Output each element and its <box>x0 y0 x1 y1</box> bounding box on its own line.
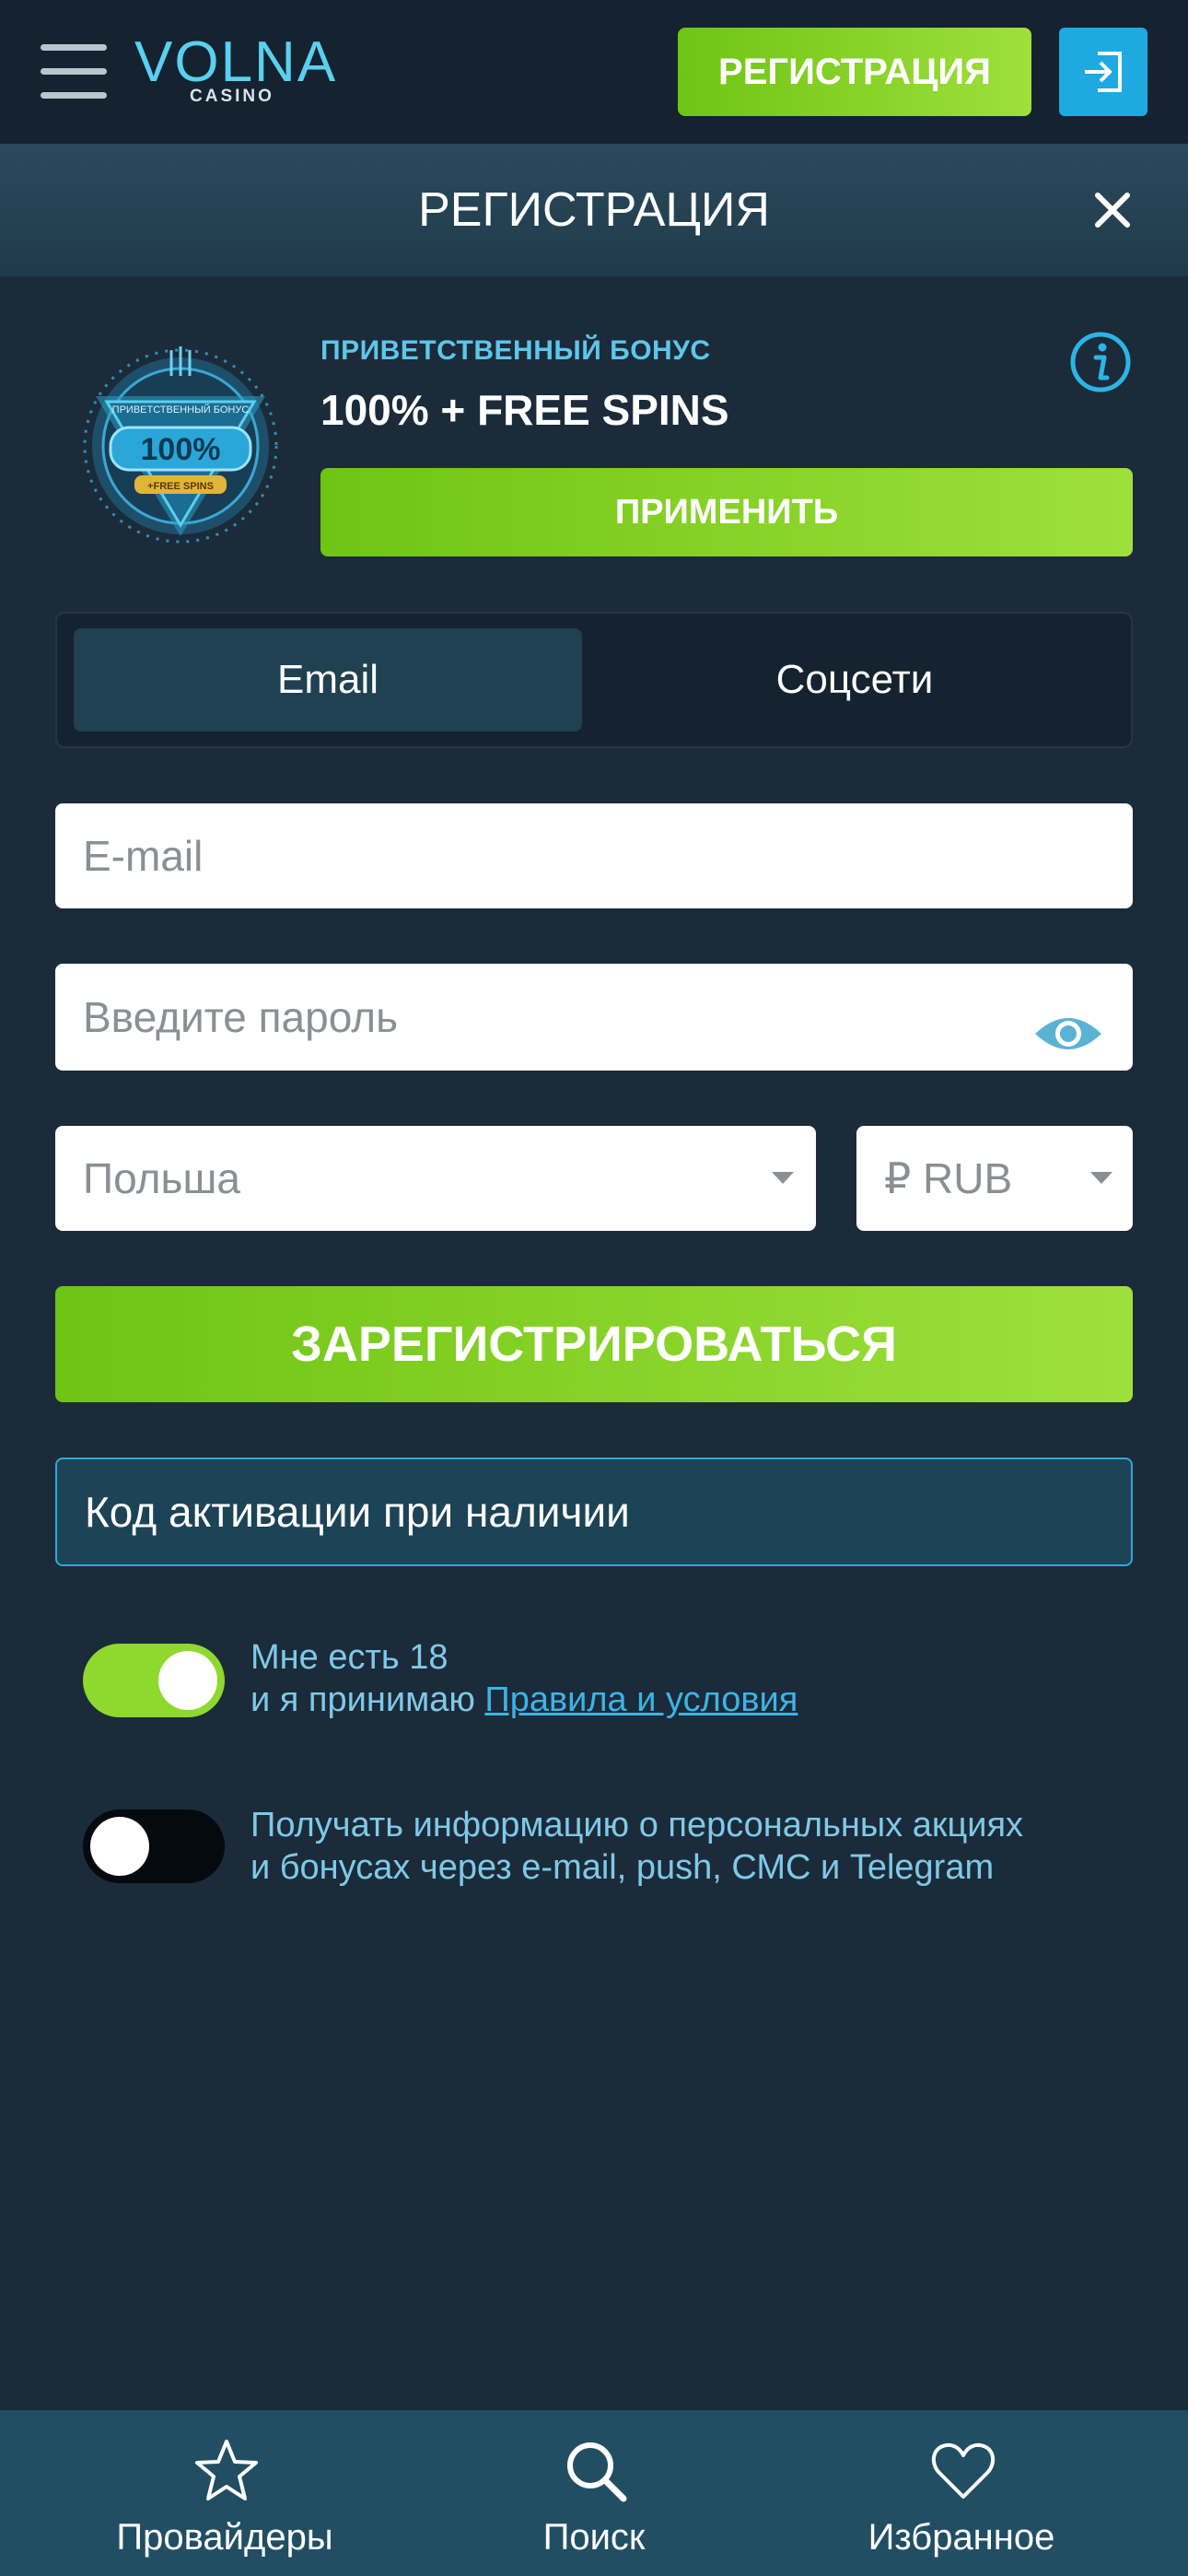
registration-page: VOLNA CASINO РЕГИСТРАЦИЯ РЕГИСТРАЦИЯ ПРИ… <box>0 0 1188 2576</box>
close-button[interactable] <box>1087 184 1138 236</box>
marketing-consent-line1: Получать информацию о персональных акция… <box>250 1806 1024 1844</box>
logo[interactable]: VOLNA CASINO <box>134 33 337 111</box>
eye-icon[interactable] <box>1031 991 1105 1049</box>
svg-text:ПРИВЕТСТВЕННЫЙ БОНУС: ПРИВЕТСТВЕННЫЙ БОНУС <box>112 404 250 416</box>
bonus-title: 100% + FREE SPINS <box>320 386 729 434</box>
email-placeholder: E-mail <box>83 832 204 880</box>
age-consent-line2: и я принимаю Правила и условия <box>250 1679 798 1721</box>
menu-icon[interactable] <box>41 44 111 100</box>
svg-text:100%: 100% <box>141 432 221 467</box>
bottom-navigation: Провайдеры Поиск Избранное <box>0 2410 1188 2576</box>
close-icon <box>1095 193 1130 228</box>
country-select[interactable]: Польша <box>55 1126 816 1231</box>
promo-code-field[interactable]: Код активации при наличии <box>55 1458 1133 1566</box>
country-value: Польша <box>83 1154 240 1202</box>
search-icon <box>567 2442 627 2502</box>
toggle-knob <box>90 1817 149 1876</box>
password-placeholder: Введите пароль <box>83 993 399 1041</box>
modal-title: РЕГИСТРАЦИЯ <box>418 183 770 237</box>
age-consent-toggle[interactable] <box>83 1644 225 1717</box>
star-icon <box>195 2440 258 2500</box>
currency-select[interactable]: ₽ RUB <box>856 1126 1133 1231</box>
tab-email[interactable]: Email <box>74 628 582 732</box>
logo-subtext: CASINO <box>190 87 274 106</box>
apply-bonus-button[interactable]: ПРИМЕНИТЬ <box>320 468 1133 556</box>
age-consent-text: Мне есть 18 и я принимаю Правила и услов… <box>250 1636 798 1721</box>
nav-providers[interactable]: Провайдеры <box>87 2410 363 2576</box>
register-button[interactable]: РЕГИСТРАЦИЯ <box>678 28 1031 116</box>
nav-search[interactable]: Поиск <box>456 2410 732 2576</box>
logo-text: VOLNA <box>134 30 338 94</box>
login-icon <box>1085 52 1122 92</box>
marketing-consent-toggle[interactable] <box>83 1809 225 1883</box>
info-icon[interactable] <box>1068 330 1133 394</box>
terms-link[interactable]: Правила и условия <box>484 1680 798 1719</box>
heart-icon <box>931 2442 996 2499</box>
nav-search-label: Поиск <box>542 2517 646 2558</box>
marketing-consent-line2: и бонусах через e-mail, push, СМС и Tele… <box>250 1848 995 1887</box>
tab-social[interactable]: Соцсети <box>597 628 1112 732</box>
nav-favorites[interactable]: Избранное <box>823 2410 1100 2576</box>
password-field[interactable]: Введите пароль <box>55 964 1133 1071</box>
email-field[interactable]: E-mail <box>55 803 1133 908</box>
age-consent-line1: Мне есть 18 <box>250 1638 448 1677</box>
chevron-down-icon <box>1090 1172 1112 1184</box>
modal-header: РЕГИСТРАЦИЯ <box>0 144 1188 276</box>
currency-value: ₽ RUB <box>884 1154 1013 1202</box>
submit-registration-button[interactable]: ЗАРЕГИСТРИРОВАТЬСЯ <box>55 1286 1133 1402</box>
top-bar: VOLNA CASINO РЕГИСТРАЦИЯ <box>0 0 1188 144</box>
bonus-label: ПРИВЕТСТВЕННЫЙ БОНУС <box>320 335 711 366</box>
nav-favorites-label: Избранное <box>868 2517 1055 2558</box>
nav-providers-label: Провайдеры <box>116 2517 333 2558</box>
registration-method-tabs: Email Соцсети <box>55 612 1133 748</box>
age-consent-prefix: и я принимаю <box>250 1680 485 1719</box>
bonus-badge-image: ПРИВЕТСТВЕННЫЙ БОНУС 100% +FREE SPINS <box>79 332 282 553</box>
toggle-knob <box>158 1651 217 1710</box>
login-button[interactable] <box>1059 28 1147 116</box>
chevron-down-icon <box>772 1172 794 1184</box>
marketing-consent-text: Получать информацию о персональных акция… <box>250 1804 1023 1889</box>
svg-text:+FREE SPINS: +FREE SPINS <box>147 481 214 492</box>
